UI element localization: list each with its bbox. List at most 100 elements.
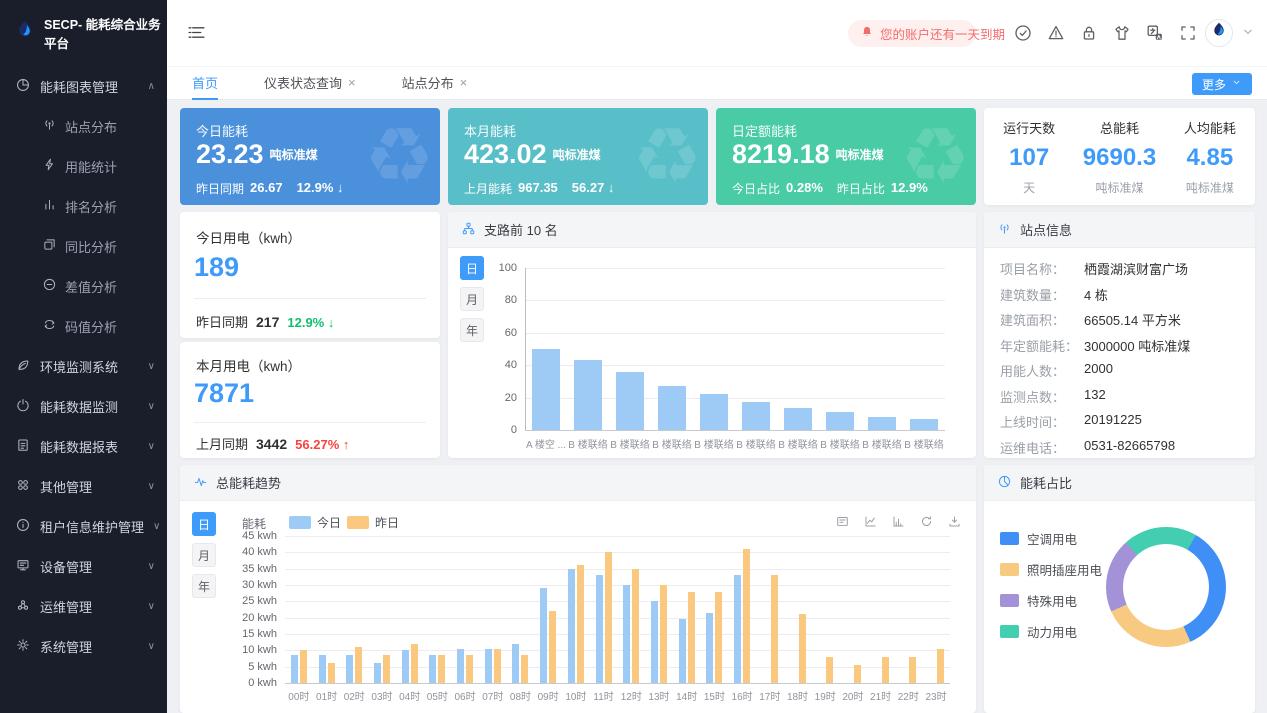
今日-bar[interactable] [679, 619, 686, 683]
bar[interactable] [700, 394, 728, 430]
sidebar-subitem-站点分布[interactable]: 站点分布 [0, 106, 167, 146]
今日-bar[interactable] [596, 575, 603, 683]
昨日-bar[interactable] [328, 663, 335, 683]
theme-check-icon[interactable] [1013, 23, 1033, 43]
昨日-bar[interactable] [826, 657, 833, 683]
昨日-bar[interactable] [300, 650, 307, 683]
昨日-bar[interactable] [854, 665, 861, 683]
昨日-bar[interactable] [660, 585, 667, 683]
warning-triangle-icon[interactable] [1046, 23, 1066, 43]
fullscreen-icon[interactable] [1178, 23, 1198, 43]
今日-bar[interactable] [485, 649, 492, 683]
bar[interactable] [742, 402, 770, 430]
lock-icon[interactable] [1079, 23, 1099, 43]
bar[interactable] [574, 360, 602, 430]
今日-bar[interactable] [374, 663, 381, 683]
chevron-down-icon[interactable] [1241, 25, 1255, 44]
bar-chart-icon[interactable] [891, 514, 906, 534]
今日-bar[interactable] [319, 655, 326, 683]
sidebar-subitem-码值分析[interactable]: 码值分析 [0, 306, 167, 346]
今日-bar[interactable] [651, 601, 658, 683]
昨日-bar[interactable] [355, 647, 362, 683]
sidebar-item-其他管理[interactable]: 其他管理∨ [0, 466, 167, 506]
sidebar-item-能耗数据监测[interactable]: 能耗数据监测∨ [0, 386, 167, 426]
今日-bar[interactable] [291, 655, 298, 683]
legend-item-特殊用电[interactable]: 特殊用电 [1000, 591, 1102, 610]
今日-bar[interactable] [346, 655, 353, 683]
bar[interactable] [868, 417, 896, 430]
昨日-bar[interactable] [521, 655, 528, 683]
tab-首页[interactable]: 首页 [192, 67, 218, 100]
昨日-bar[interactable] [466, 655, 473, 683]
tab-仪表状态查询[interactable]: 仪表状态查询× [264, 67, 356, 100]
bar[interactable] [784, 408, 812, 430]
period-toggle-日[interactable]: 日 [192, 512, 216, 536]
今日-bar[interactable] [402, 650, 409, 683]
data-view-icon[interactable] [835, 514, 850, 534]
period-toggle-年[interactable]: 年 [192, 574, 216, 598]
refresh-icon[interactable] [919, 514, 934, 534]
sidebar-subitem-差值分析[interactable]: 差值分析 [0, 266, 167, 306]
bar[interactable] [616, 372, 644, 430]
昨日-bar[interactable] [715, 592, 722, 683]
theme-shirt-icon[interactable] [1112, 23, 1132, 43]
sidebar-item-租户信息维护管理[interactable]: 租户信息维护管理∨ [0, 506, 167, 546]
昨日-bar[interactable] [438, 655, 445, 683]
flame-logo-icon [13, 19, 37, 48]
今日-bar[interactable] [540, 588, 547, 683]
site-info-row: 监测点数：132 [984, 387, 1255, 406]
sidebar-item-能耗图表管理[interactable]: 能耗图表管理∧ [0, 66, 167, 106]
period-toggle-月[interactable]: 月 [192, 543, 216, 567]
bar[interactable] [826, 412, 854, 430]
sidebar-item-运维管理[interactable]: 运维管理∨ [0, 586, 167, 626]
close-icon[interactable]: × [348, 75, 356, 90]
bar[interactable] [910, 419, 938, 430]
今日-bar[interactable] [568, 569, 575, 683]
昨日-bar[interactable] [632, 569, 639, 683]
branch-chart: 日月年020406080100A 楼空 ...B 楼联络B 楼联络B 楼联络B … [448, 248, 976, 458]
tab-站点分布[interactable]: 站点分布× [402, 67, 468, 100]
昨日-bar[interactable] [937, 649, 944, 683]
line-chart-icon[interactable] [863, 514, 878, 534]
x-axis-tick: 12时 [617, 688, 645, 703]
download-icon[interactable] [947, 514, 962, 534]
昨日-bar[interactable] [605, 552, 612, 683]
昨日-bar[interactable] [799, 614, 806, 683]
avatar[interactable] [1205, 19, 1233, 47]
今日-bar[interactable] [512, 644, 519, 683]
今日-bar[interactable] [457, 649, 464, 683]
sidebar-item-设备管理[interactable]: 设备管理∨ [0, 546, 167, 586]
legend-item-动力用电[interactable]: 动力用电 [1000, 622, 1102, 641]
昨日-bar[interactable] [383, 655, 390, 683]
sidebar-subitem-用能统计[interactable]: 用能统计 [0, 146, 167, 186]
legend-item-今日[interactable]: 今日 [289, 514, 341, 531]
bar[interactable] [658, 386, 686, 430]
sidebar-subitem-同比分析[interactable]: 同比分析 [0, 226, 167, 266]
sidebar-subitem-排名分析[interactable]: 排名分析 [0, 186, 167, 226]
昨日-bar[interactable] [549, 611, 556, 683]
sidebar-item-环境监测系统[interactable]: 环境监测系统∨ [0, 346, 167, 386]
legend-item-照明插座用电[interactable]: 照明插座用电 [1000, 560, 1102, 579]
legend-item-空调用电[interactable]: 空调用电 [1000, 529, 1102, 548]
昨日-bar[interactable] [577, 565, 584, 683]
昨日-bar[interactable] [771, 575, 778, 683]
sidebar-item-能耗数据报表[interactable]: 能耗数据报表∨ [0, 426, 167, 466]
今日-bar[interactable] [429, 655, 436, 683]
昨日-bar[interactable] [743, 549, 750, 683]
昨日-bar[interactable] [882, 657, 889, 683]
昨日-bar[interactable] [688, 592, 695, 683]
今日-bar[interactable] [623, 585, 630, 683]
今日-bar[interactable] [734, 575, 741, 683]
昨日-bar[interactable] [909, 657, 916, 683]
今日-bar[interactable] [706, 613, 713, 683]
account-expiry-alert[interactable]: 您的账户还有一天到期 [848, 20, 976, 47]
legend-item-昨日[interactable]: 昨日 [347, 514, 399, 531]
collapse-menu-icon[interactable] [186, 22, 207, 48]
昨日-bar[interactable] [494, 649, 501, 683]
translate-icon[interactable] [1145, 23, 1165, 43]
bar[interactable] [532, 349, 560, 430]
more-button[interactable]: 更多 [1192, 73, 1252, 95]
close-icon[interactable]: × [460, 75, 468, 90]
昨日-bar[interactable] [411, 644, 418, 683]
sidebar-item-系统管理[interactable]: 系统管理∨ [0, 626, 167, 666]
